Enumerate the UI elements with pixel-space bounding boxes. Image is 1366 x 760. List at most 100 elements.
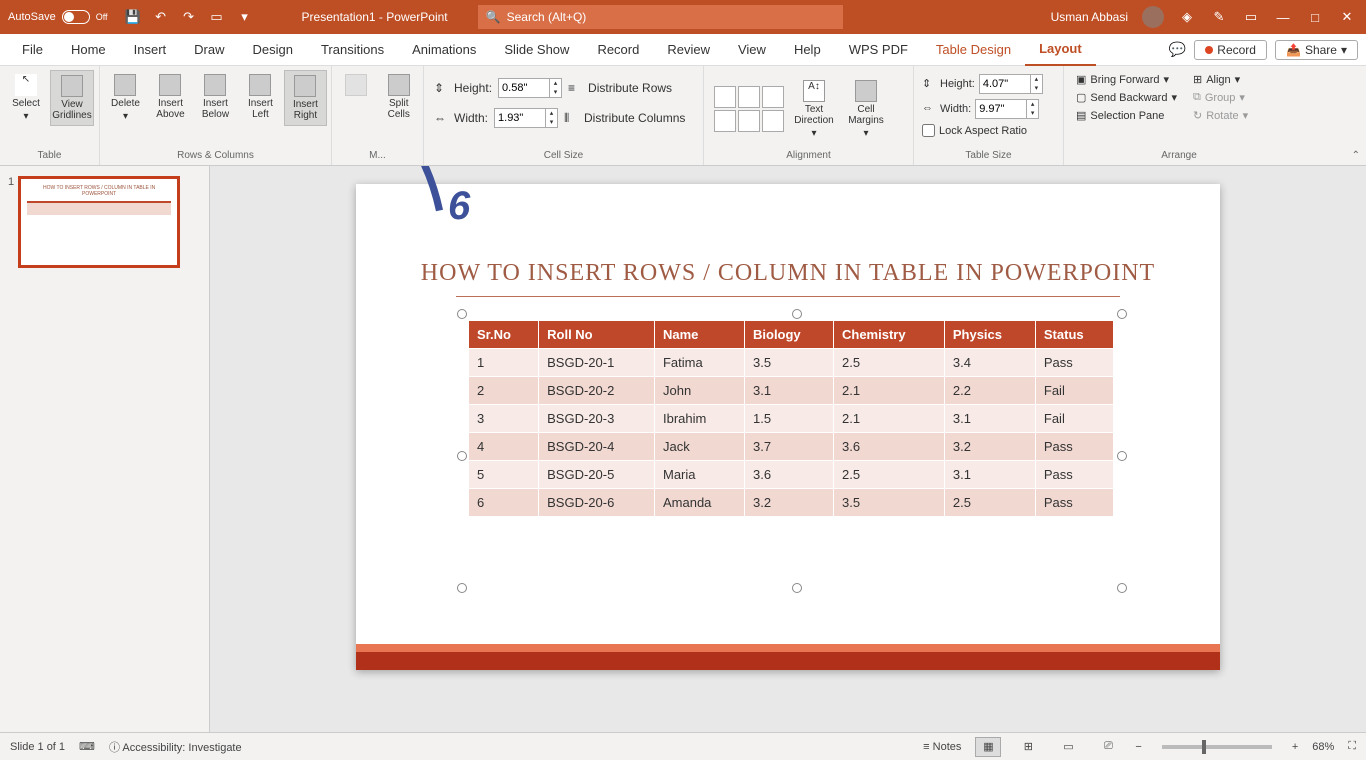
sorter-view-icon[interactable]: ⊞ <box>1015 737 1041 757</box>
table-cell[interactable]: 2.5 <box>833 349 944 377</box>
align-tc[interactable] <box>738 86 760 108</box>
tab-review[interactable]: Review <box>653 34 724 66</box>
table-width-input[interactable]: ▴▾ <box>975 99 1039 119</box>
selection-pane-button[interactable]: ▤Selection Pane <box>1072 108 1181 123</box>
tab-file[interactable]: File <box>8 34 57 66</box>
table-cell[interactable]: Pass <box>1035 349 1113 377</box>
insert-above-button[interactable]: Insert Above <box>149 70 192 124</box>
table-row[interactable]: 3BSGD-20-3Ibrahim1.52.13.1Fail <box>469 405 1114 433</box>
table-cell[interactable]: BSGD-20-6 <box>539 489 655 517</box>
table-cell[interactable]: Pass <box>1035 489 1113 517</box>
table-cell[interactable]: 6 <box>469 489 539 517</box>
table-row[interactable]: 6BSGD-20-6Amanda3.23.52.5Pass <box>469 489 1114 517</box>
table-cell[interactable]: Pass <box>1035 461 1113 489</box>
slide-thumbnails-panel[interactable]: 1 HOW TO INSERT ROWS / COLUMN IN TABLE I… <box>0 166 210 732</box>
table-header[interactable]: Biology <box>745 321 834 349</box>
align-button[interactable]: ⊞Align▾ <box>1189 72 1252 87</box>
handle-mr[interactable] <box>1117 451 1127 461</box>
autosave-switch[interactable] <box>62 10 90 24</box>
tab-draw[interactable]: Draw <box>180 34 238 66</box>
tab-slideshow[interactable]: Slide Show <box>490 34 583 66</box>
table-cell[interactable]: BSGD-20-2 <box>539 377 655 405</box>
merge-cells-button[interactable]: Merge Cells <box>336 70 377 124</box>
share-button[interactable]: 📤Share▾ <box>1275 40 1358 60</box>
table-cell[interactable]: 5 <box>469 461 539 489</box>
table-header[interactable]: Chemistry <box>833 321 944 349</box>
select-button[interactable]: ↖Select▾ <box>4 70 48 126</box>
autosave-toggle[interactable]: AutoSave Off <box>0 10 116 24</box>
table-cell[interactable]: Jack <box>654 433 744 461</box>
align-bc[interactable] <box>738 110 760 132</box>
diamond-icon[interactable]: ◈ <box>1178 8 1196 26</box>
insert-right-button[interactable]: Insert Right <box>284 70 327 126</box>
zoom-thumb[interactable] <box>1202 740 1206 754</box>
table-cell[interactable]: 1 <box>469 349 539 377</box>
table-cell[interactable]: 4 <box>469 433 539 461</box>
reading-view-icon[interactable]: ▭ <box>1055 737 1081 757</box>
spin-up-icon[interactable]: ▴ <box>545 109 557 118</box>
zoom-slider[interactable] <box>1162 745 1272 749</box>
search-box[interactable]: 🔍 Search (Alt+Q) <box>478 5 843 29</box>
slide-editor[interactable]: 6 HOW TO INSERT ROWS / COLUMN IN TABLE I… <box>210 166 1366 732</box>
distribute-rows-button[interactable]: Distribute Rows <box>588 81 672 95</box>
handle-ml[interactable] <box>457 451 467 461</box>
table-cell[interactable]: 3.6 <box>833 433 944 461</box>
view-gridlines-button[interactable]: View Gridlines <box>50 70 94 126</box>
zoom-level[interactable]: 68% <box>1312 741 1334 753</box>
align-tr[interactable] <box>762 86 784 108</box>
tab-insert[interactable]: Insert <box>120 34 181 66</box>
maximize-icon[interactable]: □ <box>1306 8 1324 26</box>
handle-tc[interactable] <box>792 309 802 319</box>
handle-br[interactable] <box>1117 583 1127 593</box>
table-cell[interactable]: 3.2 <box>944 433 1035 461</box>
fit-window-icon[interactable]: ⛶ <box>1348 740 1356 753</box>
table-cell[interactable]: Maria <box>654 461 744 489</box>
spin-down-icon[interactable]: ▾ <box>549 88 561 97</box>
table-header[interactable]: Status <box>1035 321 1113 349</box>
spin-up-icon[interactable]: ▴ <box>1030 75 1042 84</box>
insert-left-button[interactable]: Insert Left <box>239 70 282 124</box>
table-row[interactable]: 5BSGD-20-5Maria3.62.53.1Pass <box>469 461 1114 489</box>
table-cell[interactable]: 3.5 <box>745 349 834 377</box>
save-icon[interactable]: 💾 <box>124 8 142 26</box>
zoom-out-icon[interactable]: − <box>1135 741 1141 753</box>
table-row[interactable]: 1BSGD-20-1Fatima3.52.53.4Pass <box>469 349 1114 377</box>
normal-view-icon[interactable]: ▦ <box>975 737 1001 757</box>
table-cell[interactable]: 3.2 <box>745 489 834 517</box>
cell-width-input[interactable]: ▴▾ <box>494 108 558 128</box>
zoom-in-icon[interactable]: + <box>1292 741 1298 753</box>
spin-up-icon[interactable]: ▴ <box>549 79 561 88</box>
window-mode-icon[interactable]: ▭ <box>1242 8 1260 26</box>
table-height-input[interactable]: ▴▾ <box>979 74 1043 94</box>
handle-tl[interactable] <box>457 309 467 319</box>
table-cell[interactable]: 2 <box>469 377 539 405</box>
spin-down-icon[interactable]: ▾ <box>1026 109 1038 118</box>
table-cell[interactable]: Fail <box>1035 405 1113 433</box>
spin-down-icon[interactable]: ▾ <box>545 118 557 127</box>
table-cell[interactable]: Fail <box>1035 377 1113 405</box>
align-br[interactable] <box>762 110 784 132</box>
insert-below-button[interactable]: Insert Below <box>194 70 237 124</box>
tab-layout[interactable]: Layout <box>1025 34 1096 66</box>
table-cell[interactable]: 3 <box>469 405 539 433</box>
avatar[interactable] <box>1142 6 1164 28</box>
slideshow-icon[interactable]: ▭ <box>208 8 226 26</box>
cell-margins-button[interactable]: Cell Margins▾ <box>844 76 888 143</box>
table-cell[interactable]: 3.6 <box>745 461 834 489</box>
language-icon[interactable]: ⌨ <box>79 740 95 753</box>
slide-table[interactable]: Sr.NoRoll NoNameBiologyChemistryPhysicsS… <box>468 320 1114 517</box>
handle-bc[interactable] <box>792 583 802 593</box>
table-height-field[interactable] <box>980 78 1030 90</box>
redo-icon[interactable]: ↷ <box>180 8 198 26</box>
table-cell[interactable]: 3.5 <box>833 489 944 517</box>
thumbnail-1[interactable]: 1 HOW TO INSERT ROWS / COLUMN IN TABLE I… <box>8 176 201 268</box>
spin-down-icon[interactable]: ▾ <box>1030 84 1042 93</box>
table-cell[interactable]: 3.4 <box>944 349 1035 377</box>
table-cell[interactable]: Ibrahim <box>654 405 744 433</box>
table-cell[interactable]: 3.1 <box>745 377 834 405</box>
slideshow-view-icon[interactable]: ⎚ <box>1095 737 1121 757</box>
table-cell[interactable]: Pass <box>1035 433 1113 461</box>
align-buttons[interactable] <box>714 86 784 132</box>
tab-help[interactable]: Help <box>780 34 835 66</box>
send-backward-button[interactable]: ▢Send Backward▾ <box>1072 90 1181 105</box>
